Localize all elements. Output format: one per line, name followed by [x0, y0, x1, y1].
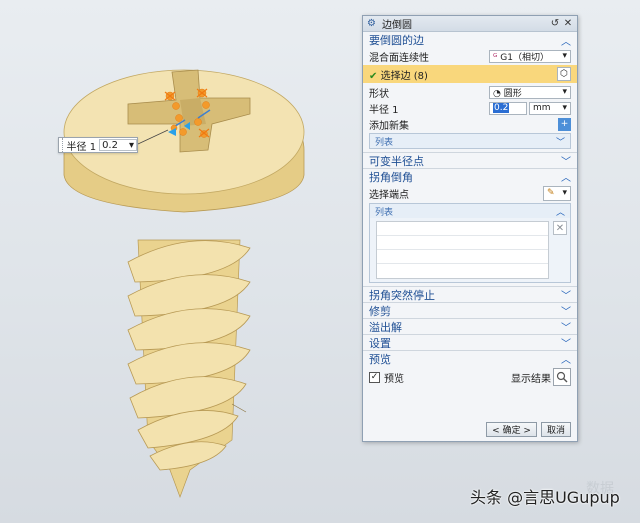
- checkmark-icon: ✔: [369, 70, 378, 82]
- dialog-title: 边倒圆: [381, 20, 412, 31]
- preview-checkbox-group[interactable]: ✓ 预览: [369, 370, 404, 385]
- close-icon[interactable]: ✕: [563, 18, 573, 29]
- chevron-up-icon[interactable]: ︿: [561, 169, 571, 184]
- chevron-down-icon[interactable]: ﹀: [561, 153, 571, 168]
- select-edge-label: 选择边 (8): [380, 70, 428, 82]
- shape-row: 形状 ◔ 圆形 ▾: [363, 84, 577, 100]
- reset-icon[interactable]: ↺: [550, 18, 560, 29]
- shape-value: 圆形: [503, 88, 522, 99]
- corner-list-grid-area: ✕: [370, 218, 570, 282]
- section-preview-header[interactable]: 预览 ︿: [363, 350, 577, 366]
- preview-checkbox-label: 预览: [384, 373, 404, 385]
- section-variable-header[interactable]: 可变半径点 ﹀: [363, 152, 577, 168]
- shape-label: 形状: [369, 88, 389, 100]
- section-corner-title: 拐角倒角: [369, 170, 413, 184]
- select-vertex-label: 选择端点: [369, 189, 409, 201]
- section-corner-stop-title: 拐角突然停止: [369, 288, 435, 302]
- radius-input[interactable]: 0.2: [489, 101, 527, 115]
- section-variable-title: 可变半径点: [369, 154, 424, 168]
- radius-value: 0.2: [493, 103, 510, 113]
- add-new-set-label: 添加新集: [369, 120, 409, 132]
- watermark-text: 头条 @言思UGupup: [470, 488, 620, 507]
- preview-checkbox[interactable]: ✓: [369, 371, 380, 383]
- radius-float-label: 半径 1: [66, 141, 97, 153]
- delete-icon[interactable]: ✕: [553, 221, 567, 235]
- magnifier-icon[interactable]: [553, 368, 571, 386]
- list-row[interactable]: [377, 264, 548, 278]
- section-trim-title: 修剪: [369, 304, 391, 318]
- chevron-down-icon[interactable]: ﹀: [556, 135, 565, 148]
- preview-row: ✓ 预览 显示结果: [363, 366, 577, 388]
- section-corner-header[interactable]: 拐角倒角 ︿: [363, 168, 577, 184]
- add-new-set-row: 添加新集 +: [363, 116, 577, 132]
- corner-list-header[interactable]: 列表 ︿: [370, 204, 570, 218]
- dialog-titlebar[interactable]: ⚙ 边倒圆 ↺ ✕: [363, 16, 577, 32]
- edge-blend-dialog: ⚙ 边倒圆 ↺ ✕ 要倒圆的边 ︿ 混合面连续性 ᴳ G1（相切） ▾ ✔ 选择…: [362, 15, 578, 442]
- cube-selection-icon[interactable]: ⬡: [557, 67, 571, 81]
- section-edge-title: 要倒圆的边: [369, 34, 424, 47]
- edge-list-box: 列表 ﹀: [369, 133, 571, 149]
- shape-select[interactable]: ◔ 圆形 ▾: [489, 85, 571, 99]
- radius-float-value[interactable]: 0.2 ▾: [99, 139, 137, 151]
- ok-button[interactable]: < 确定 >: [486, 422, 537, 437]
- continuity-select[interactable]: ᴳ G1（相切） ▾: [489, 49, 571, 63]
- list-row[interactable]: [377, 236, 548, 250]
- corner-list-grid[interactable]: [376, 221, 549, 279]
- section-preview-title: 预览: [369, 352, 391, 366]
- radius-row: 半径 1 0.2 mm ▾: [363, 100, 577, 116]
- chevron-up-icon[interactable]: ︿: [556, 205, 565, 218]
- chevron-up-icon[interactable]: ︿: [561, 33, 571, 48]
- dialog-footer: < 确定 > 取消: [486, 422, 571, 437]
- continuity-row: 混合面连续性 ᴳ G1（相切） ▾: [363, 48, 577, 64]
- chevron-down-icon[interactable]: ﹀: [561, 303, 571, 318]
- dropdown-arrow-icon: ▾: [562, 87, 567, 97]
- vertex-select-button[interactable]: ✎ ▾: [543, 185, 571, 201]
- chevron-down-icon[interactable]: ﹀: [561, 319, 571, 334]
- radius-float-value-text: 0.2: [102, 139, 118, 151]
- chevron-up-icon[interactable]: ︿: [561, 351, 571, 366]
- chevron-down-icon[interactable]: ▾: [129, 140, 134, 151]
- corner-list-label: 列表: [375, 207, 394, 218]
- add-set-icon[interactable]: +: [558, 117, 571, 131]
- edge-list-header[interactable]: 列表 ﹀: [370, 134, 570, 148]
- section-overflow-header[interactable]: 溢出解 ﹀: [363, 318, 577, 334]
- corner-list-box: 列表 ︿ ✕: [369, 203, 571, 283]
- list-row[interactable]: [377, 222, 548, 236]
- chevron-down-icon[interactable]: ﹀: [561, 335, 571, 350]
- dropdown-arrow-icon: ▾: [562, 188, 567, 198]
- list-row[interactable]: [377, 250, 548, 264]
- section-settings-title: 设置: [369, 336, 391, 350]
- section-settings-header[interactable]: 设置 ﹀: [363, 334, 577, 350]
- dropdown-arrow-icon: ▾: [562, 51, 567, 61]
- select-edge-row[interactable]: ✔ 选择边 (8) ⬡: [363, 65, 577, 83]
- edge-list-label: 列表: [375, 137, 394, 148]
- cancel-button[interactable]: 取消: [540, 422, 571, 437]
- unit-select[interactable]: mm ▾: [529, 101, 571, 115]
- radius-label: 半径 1: [369, 104, 399, 116]
- select-vertex-row: 选择端点 ✎ ▾: [363, 184, 577, 202]
- show-result-label: 显示结果: [511, 373, 551, 385]
- dropdown-arrow-icon: ▾: [562, 103, 567, 113]
- radius-floating-input[interactable]: 半径 1 0.2 ▾: [58, 137, 138, 153]
- section-corner-stop-header[interactable]: 拐角突然停止 ﹀: [363, 286, 577, 302]
- section-trim-header[interactable]: 修剪 ﹀: [363, 302, 577, 318]
- continuity-value: G1（相切）: [500, 52, 549, 63]
- circle-shape-icon: ◔: [493, 88, 501, 99]
- unit-value: mm: [533, 103, 551, 113]
- tangent-icon: ᴳ: [493, 52, 498, 63]
- gear-icon: ⚙: [367, 18, 376, 29]
- chevron-down-icon[interactable]: ﹀: [561, 287, 571, 302]
- section-overflow-title: 溢出解: [369, 320, 402, 334]
- continuity-label: 混合面连续性: [369, 52, 429, 64]
- show-result-group: 显示结果: [511, 368, 571, 386]
- section-edge-header[interactable]: 要倒圆的边 ︿: [363, 32, 577, 48]
- point-pick-icon: ✎: [547, 188, 555, 198]
